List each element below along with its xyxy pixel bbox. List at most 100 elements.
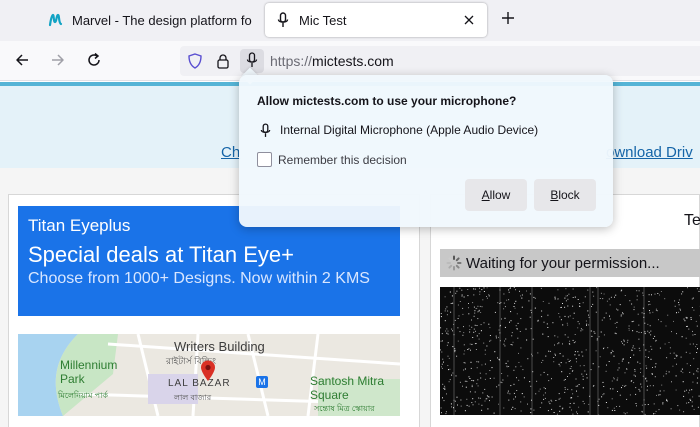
noise-dot (617, 369, 619, 371)
forward-button[interactable] (46, 49, 70, 73)
new-tab-button[interactable] (495, 6, 521, 32)
allow-button[interactable]: Allow (465, 179, 527, 211)
reload-button[interactable] (82, 49, 106, 73)
noise-dot (676, 363, 677, 365)
noise-dot (696, 370, 698, 372)
noise-dot (621, 360, 623, 362)
noise-dot (666, 398, 668, 400)
noise-dot (665, 373, 667, 375)
noise-dot (683, 395, 685, 397)
noise-dot (468, 325, 470, 327)
noise-dot (479, 397, 481, 399)
noise-dot (468, 376, 470, 378)
block-label: lock (558, 188, 580, 202)
back-button[interactable] (10, 49, 34, 73)
noise-dot (554, 353, 556, 355)
noise-dot (452, 330, 453, 332)
ad-map[interactable]: Writers Building রাইটার্স বিল্ডিং Millen… (18, 334, 400, 416)
noise-dot (652, 385, 654, 387)
noise-dot (487, 396, 489, 398)
noise-dot (651, 373, 653, 375)
noise-dot (628, 325, 630, 327)
noise-dot (600, 292, 602, 294)
noise-dot (591, 335, 593, 337)
noise-dot (541, 402, 543, 404)
noise-dot (519, 331, 521, 332)
noise-dot (588, 314, 589, 316)
url-text: https://mictests.com (270, 53, 394, 69)
noise-dot (516, 313, 518, 315)
noise-dot (473, 328, 475, 330)
noise-dot (609, 304, 611, 306)
tab-marvel[interactable]: Marvel - The design platform fo (36, 3, 260, 37)
noise-dot (618, 363, 620, 365)
noise-dot (452, 372, 454, 374)
noise-dot (501, 382, 503, 384)
noise-dot (473, 331, 475, 333)
noise-dot (558, 393, 560, 395)
noise-dot (543, 387, 545, 389)
url-bar[interactable]: https://mictests.com (180, 46, 700, 76)
shield-icon[interactable] (186, 52, 204, 70)
noise-dot (479, 287, 480, 289)
noise-dot (691, 405, 693, 407)
noise-dot (682, 372, 684, 374)
noise-dot (518, 379, 520, 381)
noise-dot (652, 338, 654, 339)
noise-dot (521, 393, 523, 395)
noise-dot (572, 393, 574, 395)
noise-dot (476, 325, 478, 326)
noise-dot (445, 411, 447, 413)
block-button[interactable]: Block (534, 179, 596, 211)
noise-dot (613, 407, 615, 409)
noise-dot (614, 332, 616, 334)
noise-dot (590, 369, 592, 371)
lock-icon[interactable] (214, 52, 232, 70)
noise-dot (630, 357, 631, 358)
page-link[interactable]: Ch (221, 144, 240, 161)
noise-dot (477, 318, 479, 320)
tab-mic-test[interactable]: Mic Test (265, 3, 487, 37)
noise-dot (614, 296, 615, 298)
noise-dot (658, 409, 660, 411)
noise-dot (652, 311, 654, 313)
noise-dot (660, 291, 662, 292)
noise-dot (577, 385, 579, 387)
noise-dot (578, 406, 580, 408)
noise-dot (637, 361, 639, 363)
noise-dot (675, 375, 677, 377)
noise-dot (640, 383, 642, 385)
noise-dot (514, 307, 516, 309)
noise-dot (443, 361, 444, 363)
noise-dot (563, 379, 565, 381)
remember-checkbox[interactable] (257, 152, 272, 167)
noise-dot (460, 405, 462, 407)
noise-dot (475, 343, 477, 344)
noise-dot (638, 388, 640, 390)
close-icon[interactable] (457, 8, 481, 32)
noise-dot (447, 365, 449, 366)
noise-dot (521, 297, 523, 299)
noise-dot (441, 333, 443, 335)
noise-dot (617, 309, 619, 311)
noise-dot (449, 368, 451, 370)
noise-dot (463, 296, 465, 298)
noise-dot (648, 304, 649, 306)
noise-dot (473, 294, 475, 296)
noise-dot (508, 289, 510, 291)
spinner-icon (446, 255, 462, 271)
noise-dot (559, 397, 561, 399)
noise-dot (562, 355, 564, 357)
noise-dot (629, 300, 631, 302)
noise-dot (529, 316, 531, 318)
download-drivers-link[interactable]: ownload Driv (606, 144, 693, 161)
noise-dot (616, 406, 617, 407)
noise-dot (614, 410, 616, 411)
noise-dot (473, 306, 475, 308)
noise-dot (530, 309, 532, 311)
remember-decision[interactable]: Remember this decision (257, 152, 407, 167)
noise-dot (567, 295, 568, 297)
noise-dot (608, 298, 610, 300)
noise-dot (602, 298, 604, 300)
noise-dot (565, 300, 567, 302)
